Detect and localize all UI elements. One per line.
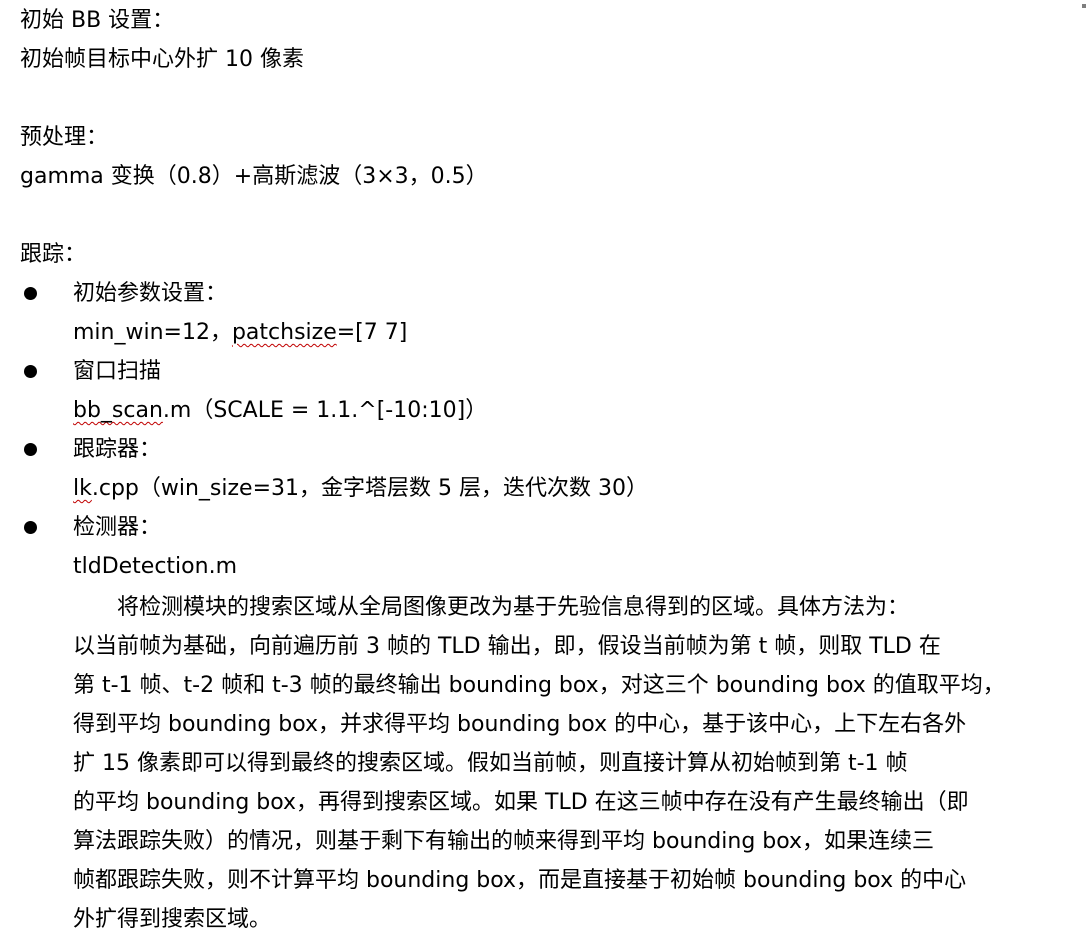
bullet-item-tracker: 跟踪器： — [20, 433, 1060, 467]
bullet-dot-icon — [24, 521, 37, 534]
detail-text: =[7 7] — [336, 320, 408, 345]
bb-text: 初始帧目标中心外扩 10 像素 — [20, 47, 304, 72]
spellcheck-word: bb_scan — [73, 398, 163, 423]
bullet-detail-detector: tldDetection.m — [73, 550, 237, 584]
document-page: 初始 BB 设置： 初始帧目标中心外扩 10 像素 预处理： gamma 变换（… — [0, 0, 1090, 942]
paragraph-line: 得到平均 bounding box，并求得平均 bounding box 的中心… — [73, 712, 967, 737]
bullet-dot-icon — [24, 287, 37, 300]
detail-text: tldDetection.m — [73, 554, 238, 579]
paragraph-line: 帧都跟踪失败，则不计算平均 bounding box，而是直接基于初始帧 bou… — [73, 868, 967, 893]
paragraph-line: 将检测模块的搜索区域从全局图像更改为基于先验信息得到的区域。具体方法为： — [73, 595, 910, 620]
bullet-dot-icon — [24, 443, 37, 456]
detail-text: min_win=12， — [73, 320, 232, 345]
detail-text: .cpp（win_size=31，金字塔层数 5 层，迭代次数 30） — [91, 476, 648, 501]
paragraph-line: 第 t-1 帧、t-2 帧和 t-3 帧的最终输出 bounding box，对… — [73, 673, 1005, 698]
bb-heading: 初始 BB 设置： — [20, 8, 175, 33]
bullet-detail-tracker: lk.cpp（win_size=31，金字塔层数 5 层，迭代次数 30） — [73, 472, 648, 506]
paragraph-line: 外扩得到搜索区域。 — [73, 907, 272, 932]
bullet-item-init-params: 初始参数设置： — [20, 277, 1060, 311]
page-corner-marker — [1082, 4, 1086, 8]
bullet-title: 初始参数设置： — [73, 281, 228, 306]
bullet-title: 跟踪器： — [73, 437, 162, 462]
bullet-title: 窗口扫描 — [73, 359, 162, 384]
tracking-heading: 跟踪： — [20, 242, 87, 267]
spellcheck-word: lk — [73, 476, 92, 501]
paragraph-line: 扩 15 像素即可以得到最终的搜索区域。假如当前帧，则直接计算从初始帧到第 t-… — [73, 751, 908, 776]
bullet-item-detector: 检测器： — [20, 511, 1060, 545]
bullet-title: 检测器： — [73, 515, 162, 540]
preprocess-text: gamma 变换（0.8）+高斯滤波（3×3，0.5） — [20, 164, 488, 189]
bullet-detail-window-scan: bb_scan.m（SCALE = 1.1.^[-10:10]） — [73, 394, 487, 428]
bullet-dot-icon — [24, 365, 37, 378]
detail-text: .m（SCALE = 1.1.^[-10:10]） — [162, 398, 488, 423]
paragraph-line: 的平均 bounding box，再得到搜索区域。如果 TLD 在这三帧中存在没… — [73, 790, 969, 815]
preprocess-heading: 预处理： — [20, 125, 109, 150]
bullet-detail-init-params: min_win=12，patchsize=[7 7] — [73, 316, 407, 350]
detector-description-paragraph: 将检测模块的搜索区域从全局图像更改为基于先验信息得到的区域。具体方法为： 以当前… — [73, 588, 1063, 939]
paragraph-line: 以当前帧为基础，向前遍历前 3 帧的 TLD 输出，即，假设当前帧为第 t 帧，… — [73, 634, 941, 659]
bullet-item-window-scan: 窗口扫描 — [20, 355, 1060, 389]
spellcheck-word: patchsize — [231, 320, 337, 345]
paragraph-line: 算法跟踪失败）的情况，则基于剩下有输出的帧来得到平均 bounding box，… — [73, 829, 935, 854]
